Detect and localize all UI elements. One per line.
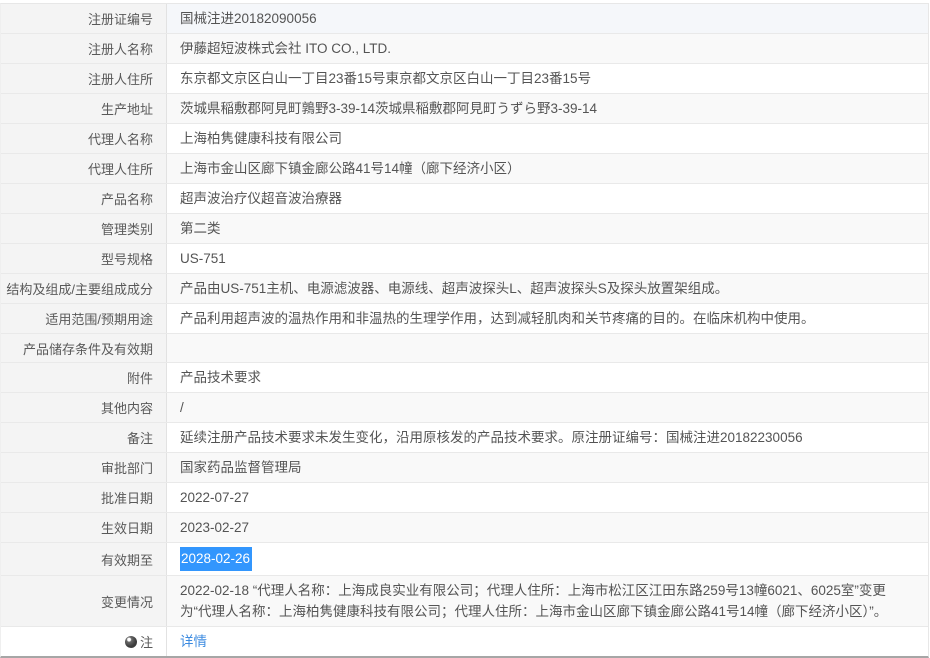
table-row: 生产地址 茨城県稲敷郡阿見町鶉野3-39-14茨城県稲敷郡阿見町うずら野3-39… [1, 94, 928, 124]
row-value: 2028-02-26 [167, 543, 928, 575]
table-row: 代理人住所 上海市金山区廊下镇金廊公路41号14幢（廊下经济小区） [1, 154, 928, 184]
row-label: 代理人名称 [1, 124, 167, 153]
row-label: 代理人住所 [1, 154, 167, 183]
table-row: 适用范围/预期用途 产品利用超声波的温热作用和非温热的生理学作用，达到减轻肌肉和… [1, 304, 928, 334]
row-label: 适用范围/预期用途 [1, 304, 167, 333]
row-value: 延续注册产品技术要求未发生变化，沿用原核发的产品技术要求。原注册证编号：国械注进… [167, 423, 928, 452]
table-row: 注册人住所 东京都文京区白山一丁目23番15号東京都文京区白山一丁目23番15号 [1, 64, 928, 94]
row-value: 上海柏隽健康科技有限公司 [167, 124, 928, 153]
row-label: 产品名称 [1, 184, 167, 213]
row-value: 上海市金山区廊下镇金廊公路41号14幢（廊下经济小区） [167, 154, 928, 183]
row-value: / [167, 393, 928, 422]
row-label: 注册人住所 [1, 64, 167, 93]
table-row: 生效日期 2023-02-27 [1, 513, 928, 543]
table-row: 注册人名称 伊藤超短波株式会社 ITO CO., LTD. [1, 34, 928, 64]
row-value: 产品技术要求 [167, 363, 928, 392]
row-value: 国械注进20182090056 [167, 4, 928, 33]
table-row: 代理人名称 上海柏隽健康科技有限公司 [1, 124, 928, 154]
row-label: 变更情况 [1, 576, 167, 626]
row-value: 超声波治疗仪超音波治療器 [167, 184, 928, 213]
row-label: 产品储存条件及有效期 [1, 334, 167, 362]
selected-date-highlight: 2028-02-26 [180, 547, 253, 571]
row-label: 备注 [1, 423, 167, 452]
table-row: 附件 产品技术要求 [1, 363, 928, 393]
row-label: 附件 [1, 363, 167, 392]
row-value: 东京都文京区白山一丁目23番15号東京都文京区白山一丁目23番15号 [167, 64, 928, 93]
table-row: 备注 延续注册产品技术要求未发生变化，沿用原核发的产品技术要求。原注册证编号：国… [1, 423, 928, 453]
table-row: 注册证编号 国械注进20182090056 [1, 4, 928, 34]
row-label: 注 [1, 627, 167, 656]
row-label: 生效日期 [1, 513, 167, 542]
row-value: 2022-07-27 [167, 483, 928, 512]
table-row: 结构及组成/主要组成成分 产品由US-751主机、电源滤波器、电源线、超声波探头… [1, 274, 928, 304]
row-value: 产品利用超声波的温热作用和非温热的生理学作用，达到减轻肌肉和关节疼痛的目的。在临… [167, 304, 928, 333]
table-row: 其他内容 / [1, 393, 928, 423]
table-row: 批准日期 2022-07-27 [1, 483, 928, 513]
table-row: 管理类别 第二类 [1, 214, 928, 244]
row-value [167, 334, 928, 362]
row-label: 管理类别 [1, 214, 167, 243]
detail-link[interactable]: 详情 [180, 631, 207, 652]
row-label: 批准日期 [1, 483, 167, 512]
row-label: 有效期至 [1, 543, 167, 575]
row-label: 注册证编号 [1, 4, 167, 33]
table-row: 型号规格 US-751 [1, 244, 928, 274]
row-label: 型号规格 [1, 244, 167, 273]
row-label: 结构及组成/主要组成成分 [1, 274, 167, 303]
note-label: 注 [139, 635, 153, 650]
table-row: 审批部门 国家药品监督管理局 [1, 453, 928, 483]
registration-info-table: 注册证编号 国械注进20182090056 注册人名称 伊藤超短波株式会社 IT… [0, 3, 929, 658]
row-value: US-751 [167, 244, 928, 273]
table-row: 变更情况 2022-02-18 “代理人名称：上海成良实业有限公司；代理人住所：… [1, 576, 928, 627]
row-value: 国家药品监督管理局 [167, 453, 928, 482]
row-value: 2022-02-18 “代理人名称：上海成良实业有限公司；代理人住所：上海市松江… [167, 576, 928, 626]
row-value: 详情 [167, 627, 928, 656]
row-label: 注册人名称 [1, 34, 167, 63]
row-value: 产品由US-751主机、电源滤波器、电源线、超声波探头L、超声波探头S及探头放置… [167, 274, 928, 303]
row-value: 第二类 [167, 214, 928, 243]
row-label: 审批部门 [1, 453, 167, 482]
row-value: 伊藤超短波株式会社 ITO CO., LTD. [167, 34, 928, 63]
table-row: 产品储存条件及有效期 [1, 334, 928, 363]
table-row: 有效期至 2028-02-26 [1, 543, 928, 576]
note-dot-icon [124, 635, 137, 648]
row-value: 茨城県稲敷郡阿見町鶉野3-39-14茨城県稲敷郡阿見町うずら野3-39-14 [167, 94, 928, 123]
table-row: 产品名称 超声波治疗仪超音波治療器 [1, 184, 928, 214]
table-row-note: 注 详情 [1, 627, 928, 656]
row-label: 其他内容 [1, 393, 167, 422]
row-value: 2023-02-27 [167, 513, 928, 542]
row-label: 生产地址 [1, 94, 167, 123]
